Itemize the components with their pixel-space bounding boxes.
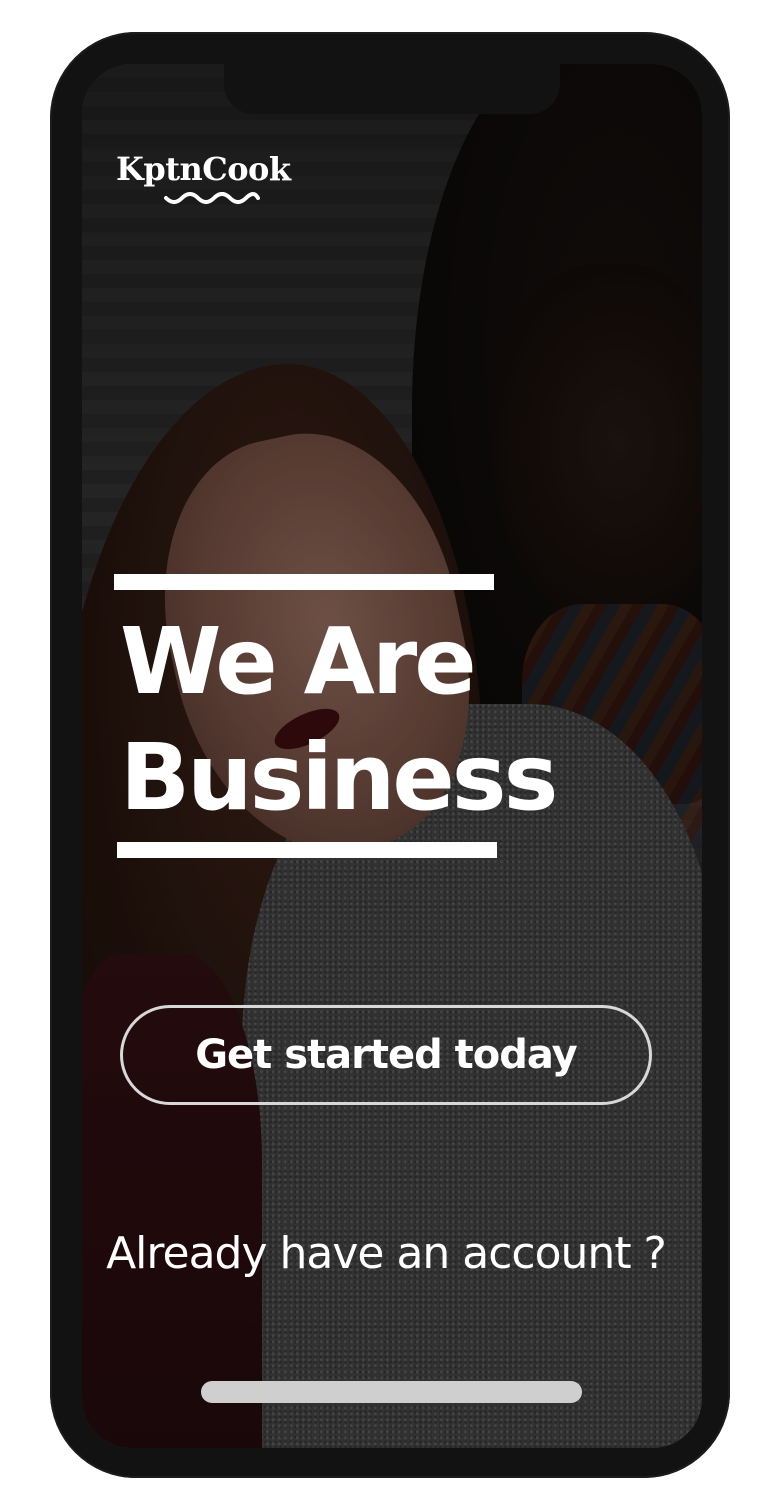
device-notch <box>224 64 560 114</box>
headline-top-rule <box>114 574 494 590</box>
brand-logo: KptnCook <box>116 150 316 214</box>
get-started-button[interactable]: Get started today <box>120 1005 652 1105</box>
hero-headline-line1: We Are <box>120 608 477 715</box>
headline-bottom-rule <box>117 842 497 858</box>
brand-logo-text: KptnCook <box>116 150 291 188</box>
hero-headline-line2: Business <box>120 724 558 831</box>
hero-headline: We Are Business <box>120 604 558 836</box>
login-link[interactable]: Already have an account ? <box>80 1228 692 1279</box>
wave-underline-icon <box>164 192 260 204</box>
home-indicator[interactable] <box>201 1381 582 1403</box>
